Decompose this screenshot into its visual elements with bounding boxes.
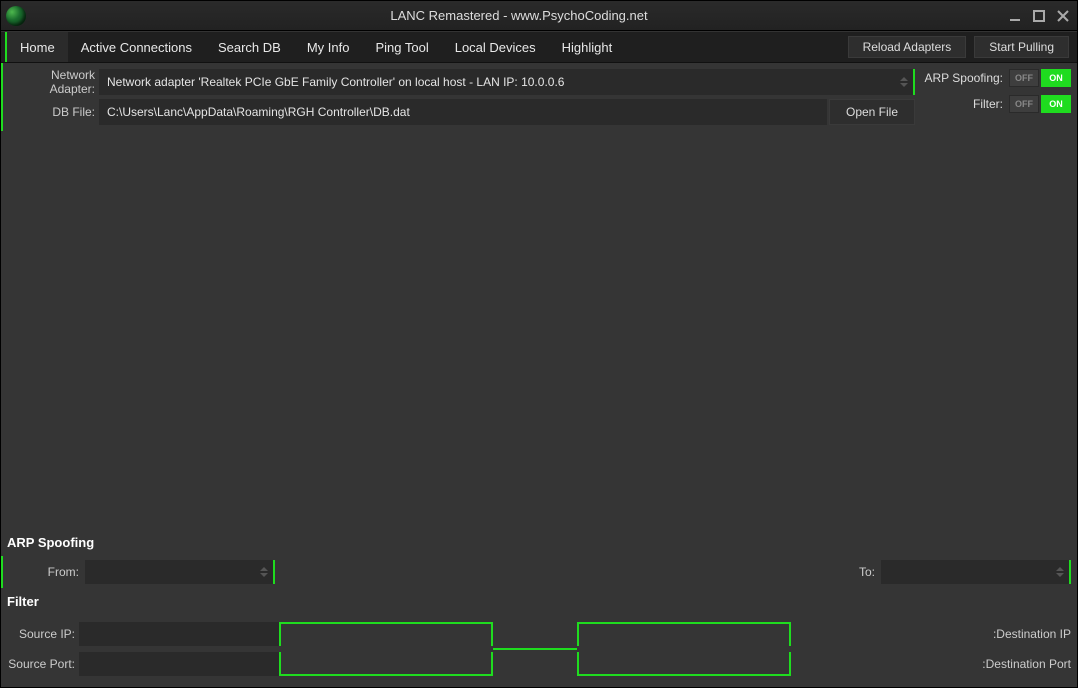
window-controls <box>1007 8 1077 24</box>
tab-home[interactable]: Home <box>5 32 68 62</box>
tab-search-db[interactable]: Search DB <box>205 32 294 62</box>
app-icon <box>1 1 31 31</box>
tabs: Home Active Connections Search DB My Inf… <box>5 32 625 62</box>
filter-grid: Source IP: :Destination IP Source Port: … <box>1 615 1077 687</box>
filter-toggle-label: Filter: <box>921 97 1009 111</box>
arp-from-select[interactable] <box>85 560 275 584</box>
tab-active-connections[interactable]: Active Connections <box>68 32 205 62</box>
titlebar: LANC Remastered - www.PsychoCoding.net <box>1 1 1077 31</box>
filter-connector-box-1 <box>279 622 493 646</box>
filter-connector-box-4 <box>577 652 791 676</box>
reload-adapters-button[interactable]: Reload Adapters <box>848 36 967 58</box>
dest-port-label: :Destination Port <box>791 657 1073 671</box>
filter-port-row: Source Port: :Destination Port <box>5 649 1073 679</box>
filter-connector-box-2 <box>577 622 791 646</box>
content-area: Network Adapter: Network adapter 'Realte… <box>1 63 1077 687</box>
filter-ip-row: Source IP: :Destination IP <box>5 619 1073 649</box>
arp-toggle-row: ARP Spoofing: OFF ON <box>921 65 1071 91</box>
adapter-value: Network adapter 'Realtek PCIe GbE Family… <box>107 75 564 89</box>
arp-from-to-row: From: To: <box>1 556 1077 588</box>
adapter-row: Network Adapter: Network adapter 'Realte… <box>3 67 915 97</box>
source-port-label: Source Port: <box>5 657 79 671</box>
tab-bar: Home Active Connections Search DB My Inf… <box>1 31 1077 63</box>
dbfile-input[interactable]: C:\Users\Lanc\AppData\Roaming\RGH Contro… <box>99 99 827 125</box>
tab-my-info[interactable]: My Info <box>294 32 363 62</box>
adapter-label: Network Adapter: <box>3 68 99 96</box>
arp-toggle-label: ARP Spoofing: <box>921 71 1009 85</box>
tab-highlight[interactable]: Highlight <box>549 32 626 62</box>
toggle-column: ARP Spoofing: OFF ON Filter: OFF ON <box>915 63 1077 117</box>
tab-local-devices[interactable]: Local Devices <box>442 32 549 62</box>
filter-toggle-row: Filter: OFF ON <box>921 91 1071 117</box>
filter-toggle-off[interactable]: OFF <box>1009 95 1039 113</box>
arp-toggle-off[interactable]: OFF <box>1009 69 1039 87</box>
dbfile-label: DB File: <box>3 105 99 119</box>
minimize-button[interactable] <box>1007 8 1023 24</box>
maximize-button[interactable] <box>1031 8 1047 24</box>
arp-toggle-on[interactable]: ON <box>1041 69 1071 87</box>
arp-to-label: To: <box>281 565 875 579</box>
filter-connector-line <box>493 648 577 650</box>
filter-toggle-on[interactable]: ON <box>1041 95 1071 113</box>
close-button[interactable] <box>1055 8 1071 24</box>
network-adapter-select[interactable]: Network adapter 'Realtek PCIe GbE Family… <box>99 69 915 95</box>
arp-to-select[interactable] <box>881 560 1071 584</box>
arp-from-label: From: <box>9 565 79 579</box>
dbfile-row: DB File: C:\Users\Lanc\AppData\Roaming\R… <box>3 97 915 127</box>
start-pulling-button[interactable]: Start Pulling <box>974 36 1069 58</box>
open-file-button[interactable]: Open File <box>829 99 915 125</box>
dest-ip-label: :Destination IP <box>791 627 1073 641</box>
source-ip-label: Source IP: <box>5 627 79 641</box>
tab-ping-tool[interactable]: Ping Tool <box>362 32 441 62</box>
source-ip-input[interactable] <box>79 622 279 646</box>
top-form: Network Adapter: Network adapter 'Realte… <box>1 63 915 131</box>
window-title: LANC Remastered - www.PsychoCoding.net <box>31 8 1007 23</box>
arp-section-title: ARP Spoofing <box>1 529 1077 556</box>
empty-area <box>1 131 1077 529</box>
top-form-row: Network Adapter: Network adapter 'Realte… <box>1 63 1077 131</box>
filter-connector-box-3 <box>279 652 493 676</box>
app-window: LANC Remastered - www.PsychoCoding.net H… <box>0 0 1078 688</box>
spinner-icon <box>897 69 911 95</box>
globe-icon <box>6 6 26 26</box>
filter-section-title: Filter <box>1 588 1077 615</box>
source-port-input[interactable] <box>79 652 279 676</box>
